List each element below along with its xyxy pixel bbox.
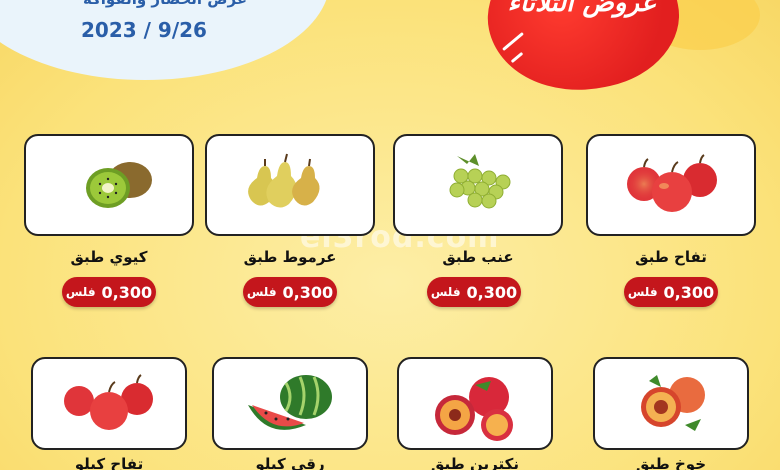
price-value: 0,300 <box>101 282 153 302</box>
pear-icon <box>248 153 320 208</box>
price-badge: فلس 0,300 <box>243 277 337 307</box>
flyer: عرض الخضار والفواكه 2023 / 9/26 عروض الث… <box>0 0 780 470</box>
header-title: عرض الخضار والفواكه <box>80 0 250 8</box>
product-name: نكترين طبق <box>431 455 519 470</box>
apple-icon <box>627 154 717 212</box>
product-name: رقي كيلو <box>255 455 325 470</box>
apple-icon <box>64 374 153 430</box>
nectarine-icon <box>435 377 513 441</box>
product-card-apple-plate[interactable] <box>586 134 756 236</box>
watermelon-icon <box>248 375 332 430</box>
product-card-nectarine-plate[interactable] <box>397 357 553 450</box>
product-card-grapes-plate[interactable] <box>393 134 563 236</box>
currency-label: فلس <box>627 285 658 299</box>
price-badge: فلس 0,300 <box>62 277 156 307</box>
product-name: كيوي طبق <box>70 248 148 266</box>
product-name: عنب طبق <box>442 248 514 266</box>
currency-label: فلس <box>65 285 96 299</box>
price-value: 0,300 <box>282 282 334 302</box>
price-value: 0,300 <box>663 282 715 302</box>
product-card-kiwi-plate[interactable] <box>24 134 194 236</box>
product-name: عرموط طبق <box>243 248 337 266</box>
currency-label: فلس <box>246 285 277 299</box>
peach-icon <box>641 375 705 431</box>
product-card-pear-plate[interactable] <box>205 134 375 236</box>
product-card-apple-kilo[interactable] <box>31 357 187 450</box>
product-card-peach-plate[interactable] <box>593 357 749 450</box>
price-value: 0,300 <box>466 282 518 302</box>
offer-title: عروض الثلاثاء <box>507 0 657 18</box>
offer-date: 2023 / 9/26 <box>81 18 207 42</box>
kiwi-icon <box>86 162 152 208</box>
grapes-icon <box>449 154 511 209</box>
price-badge: فلس 0,300 <box>427 277 521 307</box>
currency-label: فلس <box>430 285 461 299</box>
price-badge: فلس 0,300 <box>624 277 718 307</box>
product-name: خوخ طبق <box>635 455 707 470</box>
product-card-watermelon-kilo[interactable] <box>212 357 368 450</box>
product-name: تفاح طبق <box>635 248 707 266</box>
product-name: تفاح كيلو <box>74 455 144 470</box>
